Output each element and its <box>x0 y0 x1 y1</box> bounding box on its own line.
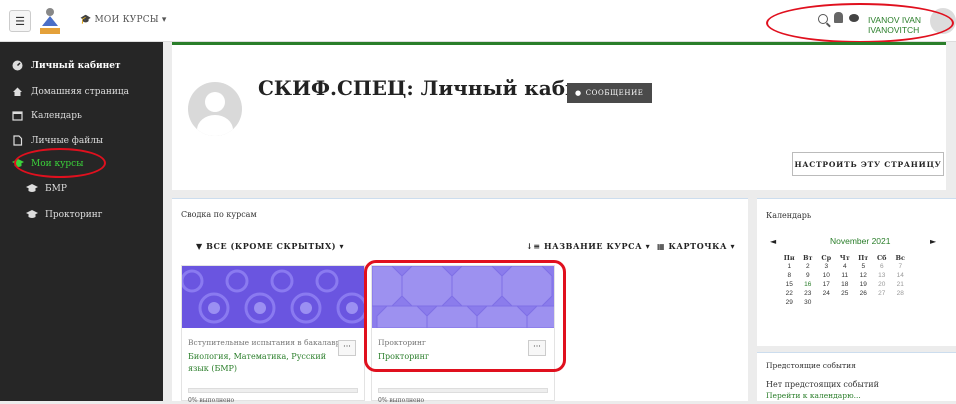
calendar-day[interactable]: 13 <box>873 272 892 281</box>
calendar-day[interactable]: 20 <box>873 281 892 290</box>
dashboard-icon <box>12 60 23 71</box>
block-title: Предстоящие события <box>766 361 856 370</box>
weekday-label: Вт <box>802 254 813 262</box>
week-row: 1 2 3 4 5 6 7 <box>780 263 942 272</box>
calendar-day[interactable]: 15 <box>780 281 799 290</box>
progress-bar <box>188 388 358 393</box>
home-icon <box>12 86 23 97</box>
calendar-day[interactable]: 21 <box>891 281 910 290</box>
sidebar-item-label: Личные файлы <box>31 135 104 146</box>
highlight-annotation-my-courses <box>14 148 106 178</box>
course-name-link[interactable]: Биология, Математика, Русский язык (БМР) <box>188 351 338 375</box>
calendar-day <box>891 299 910 308</box>
message-button-label: СООБЩЕНИЕ <box>585 89 644 97</box>
calendar-day[interactable]: 14 <box>891 272 910 281</box>
calendar-day[interactable]: 9 <box>799 272 818 281</box>
page-title: СКИФ.СПЕЦ: Личный кабинет <box>258 76 620 100</box>
customize-page-button[interactable]: НАСТРОИТЬ ЭТУ СТРАНИЦУ <box>792 152 944 176</box>
sidebar-item-calendar[interactable]: Календарь <box>12 110 82 121</box>
calendar-day[interactable]: 3 <box>817 263 836 272</box>
weekday-label: Пн <box>783 254 795 262</box>
avatar <box>188 82 242 136</box>
weekday-label: Вс <box>895 254 905 262</box>
site-logo[interactable] <box>37 6 63 36</box>
message-button[interactable]: ● СООБЩЕНИЕ <box>567 83 652 103</box>
sidebar-item-home[interactable]: Домашняя страница <box>12 86 129 97</box>
calendar-day[interactable]: 19 <box>854 281 873 290</box>
course-card: Вступительные испытания в бакалаври... Б… <box>181 265 365 404</box>
calendar-day[interactable]: 1 <box>780 263 799 272</box>
file-icon <box>12 135 23 146</box>
calendar-day[interactable]: 8 <box>780 272 799 281</box>
my-courses-label: МОИ КУРСЫ ▾ <box>94 15 167 25</box>
highlight-annotation-proctoring-card <box>364 260 566 372</box>
calendar-day[interactable]: 10 <box>817 272 836 281</box>
chat-icon: ● <box>575 89 582 97</box>
go-to-calendar-link[interactable]: Перейти к календарю... <box>766 391 861 400</box>
weekday-label: Чт <box>839 254 850 262</box>
view-dropdown[interactable]: ▦ КАРТОЧКА ▾ <box>657 241 735 251</box>
sidebar-item-label: Прокторинг <box>45 209 103 220</box>
week-row: 8 9 10 11 12 13 14 <box>780 272 942 281</box>
calendar-day[interactable]: 4 <box>836 263 855 272</box>
no-events-text: Нет предстоящих событий <box>766 380 879 389</box>
graduation-cap-icon <box>26 183 38 194</box>
calendar-day[interactable]: 2 <box>799 263 818 272</box>
progress-bar <box>378 388 548 393</box>
calendar-day[interactable]: 27 <box>873 290 892 299</box>
calendar-day[interactable]: 23 <box>799 290 818 299</box>
calendar-day[interactable]: 28 <box>891 290 910 299</box>
week-row: 29 30 <box>780 299 942 308</box>
block-title: Календарь <box>766 211 812 220</box>
sidebar-item-label: Календарь <box>31 110 82 121</box>
weekday-label: Сб <box>876 254 887 262</box>
calendar-day[interactable]: 17 <box>817 281 836 290</box>
sort-dropdown[interactable]: ↓≡ НАЗВАНИЕ КУРСА ▾ <box>526 241 650 251</box>
calendar-grid: Пн Вт Ср Чт Пт Сб Вс 1 2 3 4 5 6 7 8 9 1… <box>780 254 942 308</box>
course-image[interactable] <box>182 266 364 328</box>
sidebar-item-label: Личный кабинет <box>31 60 121 71</box>
calendar-day <box>817 299 836 308</box>
calendar-day[interactable]: 18 <box>836 281 855 290</box>
calendar-day[interactable]: 12 <box>854 272 873 281</box>
calendar-day <box>836 299 855 308</box>
next-month-button[interactable]: ► <box>930 237 936 246</box>
week-row: 15 16 17 18 19 20 21 <box>780 281 942 290</box>
calendar-day[interactable]: 11 <box>836 272 855 281</box>
calendar-day[interactable]: 25 <box>836 290 855 299</box>
course-actions-button[interactable]: ··· <box>338 340 356 356</box>
sidebar-item-dashboard[interactable]: Личный кабинет <box>12 60 121 71</box>
calendar-day <box>873 299 892 308</box>
calendar-day[interactable]: 26 <box>854 290 873 299</box>
graduation-cap-icon <box>26 209 38 220</box>
calendar-day[interactable]: 30 <box>799 299 818 308</box>
calendar-day[interactable]: 29 <box>780 299 799 308</box>
sidebar-item-bmr[interactable]: БМР <box>26 183 67 194</box>
calendar-day[interactable]: 7 <box>891 263 910 272</box>
my-courses-dropdown[interactable]: 🎓 МОИ КУРСЫ ▾ <box>80 15 167 25</box>
weekday-label: Пт <box>858 254 869 262</box>
calendar-day[interactable]: 24 <box>817 290 836 299</box>
weekday-row: Пн Вт Ср Чт Пт Сб Вс <box>780 254 942 263</box>
weekday-label: Ср <box>821 254 832 262</box>
filter-dropdown[interactable]: ▼ ВСЕ (КРОМЕ СКРЫТЫХ) ▾ <box>196 241 344 251</box>
menu-toggle-button[interactable]: ☰ <box>9 10 31 32</box>
course-category: Вступительные испытания в бакалаври... <box>188 338 353 347</box>
calendar-icon <box>12 110 23 121</box>
calendar-day[interactable]: 22 <box>780 290 799 299</box>
sidebar-item-label: БМР <box>45 183 67 194</box>
previous-month-button[interactable]: ◄ <box>770 237 776 246</box>
block-title: Сводка по курсам <box>181 210 257 219</box>
calendar-day[interactable]: 5 <box>854 263 873 272</box>
sidebar-item-label: Домашняя страница <box>31 86 129 97</box>
graduation-cap-icon: 🎓 <box>80 15 95 25</box>
calendar-day-today[interactable]: 16 <box>799 281 818 290</box>
sidebar-item-files[interactable]: Личные файлы <box>12 135 103 146</box>
calendar-month-link[interactable]: November 2021 <box>830 236 890 246</box>
sidebar-item-proctoring[interactable]: Прокторинг <box>26 209 103 220</box>
calendar-day <box>854 299 873 308</box>
week-row: 22 23 24 25 26 27 28 <box>780 290 942 299</box>
calendar-day[interactable]: 6 <box>873 263 892 272</box>
highlight-annotation-user <box>766 3 954 43</box>
